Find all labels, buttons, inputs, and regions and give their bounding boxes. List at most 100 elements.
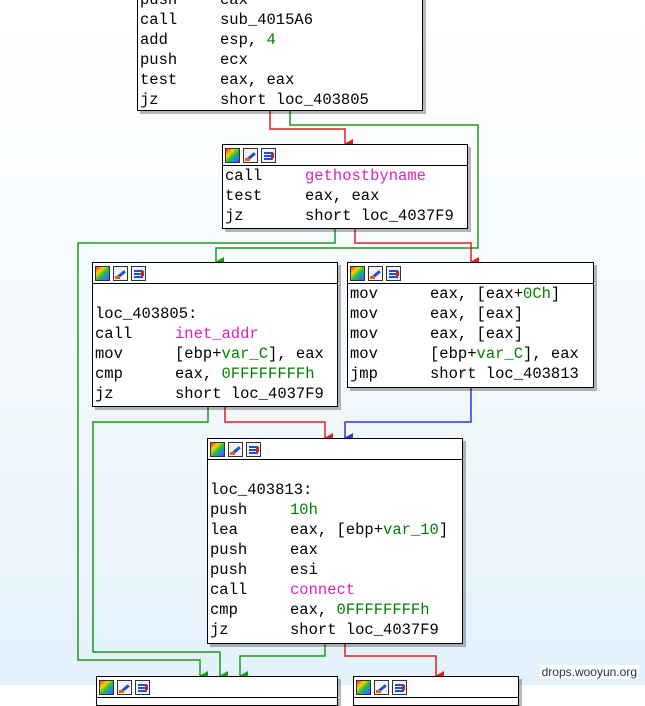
- instruction-line[interactable]: jz short loc_4037F9: [208, 620, 462, 640]
- operand-highlight: 0Ch: [523, 285, 551, 303]
- edit-pencil-icon[interactable]: [113, 265, 128, 281]
- mnemonic: cmp: [210, 601, 238, 619]
- mnemonic: jz: [95, 385, 114, 403]
- color-palette-icon[interactable]: [99, 679, 114, 695]
- instruction-line[interactable]: push eax: [208, 540, 462, 560]
- operand: eax: [290, 541, 318, 559]
- instruction-line[interactable]: push esi: [208, 560, 462, 580]
- edit-pencil-icon[interactable]: [228, 441, 243, 457]
- instruction-line[interactable]: cmp eax, 0FFFFFFFFh: [208, 600, 462, 620]
- function-name[interactable]: connect: [290, 581, 355, 599]
- graph-overview-icon[interactable]: [135, 679, 150, 695]
- instruction-line[interactable]: push eax: [138, 0, 422, 10]
- edge-b0-to-b1: [269, 111, 353, 149]
- instruction-line[interactable]: add esp, 4: [138, 30, 422, 50]
- edit-pencil-icon[interactable]: [368, 265, 383, 281]
- instruction-line[interactable]: mov eax, [eax+0Ch]: [348, 284, 593, 304]
- code-label[interactable]: loc_403813:: [208, 480, 462, 500]
- operand: ecx: [220, 51, 248, 69]
- operand: eax, [eax+: [430, 285, 524, 303]
- operand-highlight: var_C: [221, 345, 269, 363]
- graph-overview-icon[interactable]: [131, 265, 146, 281]
- mnemonic: jz: [210, 621, 229, 639]
- edge-b4-to-b6: [344, 644, 444, 681]
- block-code: loc_403813: push 10h lea eax, [ebp+var_10] pu…: [208, 460, 462, 640]
- operand: [ebp+: [175, 345, 222, 363]
- instruction-line[interactable]: call sub_4015A6: [138, 10, 422, 30]
- mnemonic: test: [140, 71, 178, 89]
- instruction-line[interactable]: jz short loc_403805: [138, 90, 422, 110]
- block-toolbar: [208, 439, 462, 460]
- code-block-b6[interactable]: [353, 676, 519, 706]
- instruction-line[interactable]: mov [ebp+var_C], eax: [93, 344, 337, 364]
- color-palette-icon[interactable]: [210, 441, 225, 457]
- instruction-line[interactable]: cmp eax, 0FFFFFFFFh: [93, 364, 337, 384]
- color-palette-icon[interactable]: [225, 147, 240, 163]
- operand: ]: [550, 285, 561, 303]
- color-palette-icon[interactable]: [95, 265, 110, 281]
- instruction-line[interactable]: mov eax, [eax]: [348, 324, 593, 344]
- mnemonic: cmp: [95, 365, 123, 383]
- instruction-line[interactable]: jz short loc_4037F9: [93, 384, 337, 404]
- code-block-b0[interactable]: push eax call sub_4015A6 add esp, 4 push ecx tes…: [137, 0, 423, 111]
- edge-b2-to-b4: [224, 407, 333, 443]
- operand: short loc_4037F9: [305, 207, 454, 225]
- mnemonic: mov: [95, 345, 123, 363]
- color-palette-icon[interactable]: [350, 265, 365, 281]
- function-name[interactable]: inet_addr: [175, 325, 259, 343]
- block-toolbar: [93, 263, 337, 284]
- mnemonic: push: [210, 541, 248, 559]
- mnemonic: push: [210, 561, 248, 579]
- color-palette-icon[interactable]: [356, 679, 371, 695]
- graph-overview-icon[interactable]: [261, 147, 276, 163]
- operand: esi: [290, 561, 318, 579]
- instruction-line[interactable]: call inet_addr: [93, 324, 337, 344]
- operand-highlight: 0FFFFFFFFh: [336, 601, 430, 619]
- mnemonic: push: [140, 51, 178, 69]
- code-block-b1[interactable]: call gethostbyname test eax, eax jz short loc…: [222, 144, 468, 229]
- instruction-line[interactable]: mov eax, [eax]: [348, 304, 593, 324]
- code-block-b2[interactable]: loc_403805: call inet_addr mov [ebp+var_C], …: [92, 262, 338, 407]
- operand: eax,: [175, 365, 222, 383]
- function-name[interactable]: gethostbyname: [305, 167, 426, 185]
- mnemonic: mov: [350, 345, 378, 363]
- instruction-line[interactable]: jz short loc_4037F9: [223, 206, 467, 226]
- mnemonic: test: [225, 187, 263, 205]
- instruction-line[interactable]: push 10h: [208, 500, 462, 520]
- code-label[interactable]: loc_403805:: [93, 304, 337, 324]
- operand: eax, [eax]: [430, 305, 524, 323]
- edit-pencil-icon[interactable]: [117, 679, 132, 695]
- operand: ], eax: [523, 345, 579, 363]
- graph-overview-icon[interactable]: [246, 441, 261, 457]
- operand: eax, [ebp+: [290, 521, 384, 539]
- code-block-b3[interactable]: mov eax, [eax+0Ch] mov eax, [eax] mov eax, [e…: [347, 262, 594, 388]
- operand: short loc_4037F9: [175, 385, 324, 403]
- instruction-line[interactable]: lea eax, [ebp+var_10]: [208, 520, 462, 540]
- operand: esp,: [220, 31, 267, 49]
- mnemonic: jz: [140, 91, 159, 109]
- instruction-line[interactable]: jmp short loc_403813: [348, 364, 593, 384]
- edge-b3-to-b4: [344, 388, 472, 443]
- instruction-line[interactable]: test eax, eax: [138, 70, 422, 90]
- mnemonic: add: [140, 31, 168, 49]
- edit-pencil-icon[interactable]: [243, 147, 258, 163]
- block-code: loc_403805: call inet_addr mov [ebp+var_C], …: [93, 284, 337, 404]
- block-toolbar: [97, 677, 337, 698]
- mnemonic: call: [95, 325, 133, 343]
- mnemonic: push: [210, 501, 248, 519]
- instruction-line[interactable]: mov [ebp+var_C], eax: [348, 344, 593, 364]
- graph-overview-icon[interactable]: [392, 679, 407, 695]
- instruction-line[interactable]: call gethostbyname: [223, 166, 467, 186]
- instruction-line[interactable]: test eax, eax: [223, 186, 467, 206]
- instruction-line[interactable]: call connect: [208, 580, 462, 600]
- code-block-b4[interactable]: loc_403813: push 10h lea eax, [ebp+var_10] pu…: [207, 438, 463, 644]
- watermark: drops.wooyun.org: [539, 665, 639, 679]
- instruction-line[interactable]: push ecx: [138, 50, 422, 70]
- code-block-b5[interactable]: [96, 676, 338, 706]
- operand: eax, eax: [220, 71, 295, 89]
- block-code: mov eax, [eax+0Ch] mov eax, [eax] mov eax, [e…: [348, 284, 593, 384]
- edit-pencil-icon[interactable]: [374, 679, 389, 695]
- graph-overview-icon[interactable]: [386, 265, 401, 281]
